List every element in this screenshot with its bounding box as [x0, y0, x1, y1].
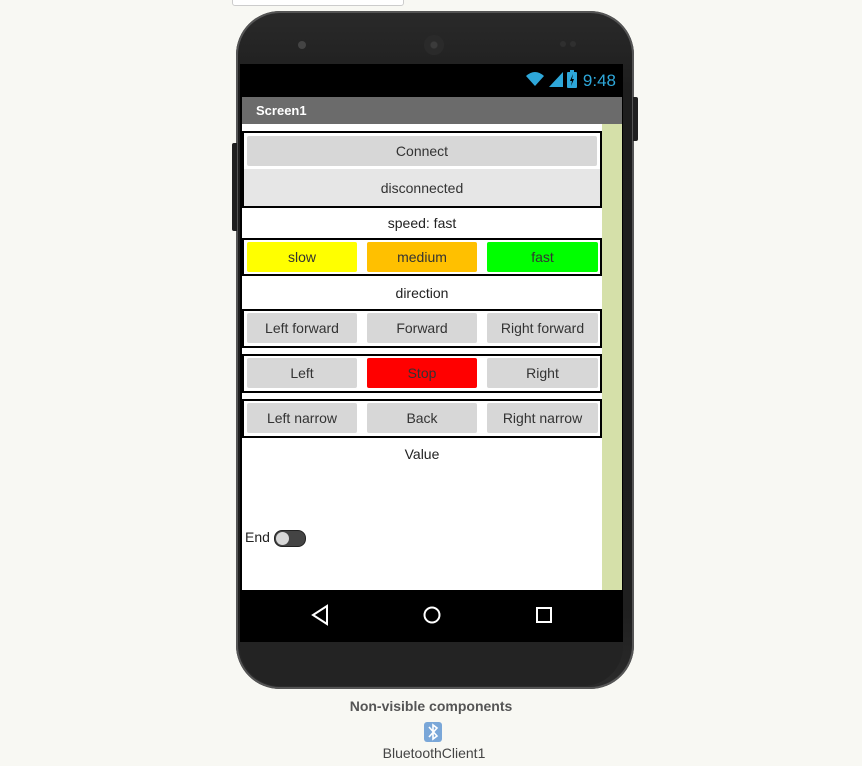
forward-button[interactable]: Forward: [367, 313, 477, 343]
phone-screen: 9:48 Screen1 Connect disconnected speed:…: [240, 64, 623, 642]
switch-knob: [276, 532, 289, 545]
sensor-icon: [560, 41, 566, 47]
wifi-icon: [526, 72, 544, 86]
battery-icon: [567, 70, 577, 88]
back-nav-icon[interactable]: [310, 604, 330, 626]
slow-button[interactable]: slow: [247, 242, 357, 272]
sensor-icon: [570, 41, 576, 47]
speed-arrangement: slow medium fast: [242, 238, 602, 276]
home-nav-icon[interactable]: [422, 604, 442, 626]
end-switch[interactable]: [274, 530, 306, 547]
back-button[interactable]: Back: [367, 403, 477, 433]
bluetooth-icon[interactable]: [424, 722, 442, 742]
top-panel-edge: [232, 0, 404, 6]
connection-status-label: disconnected: [244, 169, 600, 206]
app-content: Connect disconnected speed: fast slow me…: [242, 124, 602, 590]
status-bar: 9:48: [240, 64, 623, 97]
connect-arrangement: Connect disconnected: [242, 131, 602, 208]
direction-label: direction: [395, 285, 449, 301]
left-narrow-button[interactable]: Left narrow: [247, 403, 357, 433]
navigation-bar: [240, 590, 623, 642]
volume-button: [232, 143, 237, 231]
end-switch-label: End: [245, 529, 270, 545]
power-button: [633, 97, 638, 141]
fast-button[interactable]: fast: [487, 242, 598, 272]
screen-scroll-strip: [602, 124, 622, 590]
left-forward-button[interactable]: Left forward: [247, 313, 357, 343]
right-forward-button[interactable]: Right forward: [487, 313, 598, 343]
direction-row-3: Left narrow Back Right narrow: [242, 399, 602, 438]
right-narrow-button[interactable]: Right narrow: [487, 403, 598, 433]
stop-button[interactable]: Stop: [367, 358, 477, 388]
medium-button[interactable]: medium: [367, 242, 477, 272]
phone-chin: [240, 642, 623, 686]
title-bar: Screen1: [242, 97, 622, 124]
direction-row-1: Left forward Forward Right forward: [242, 309, 602, 348]
direction-row-2: Left Stop Right: [242, 354, 602, 393]
right-button[interactable]: Right: [487, 358, 598, 388]
bluetooth-client-label[interactable]: BluetoothClient1: [0, 745, 862, 761]
screen-title: Screen1: [256, 103, 307, 118]
left-button[interactable]: Left: [247, 358, 357, 388]
connect-button[interactable]: Connect: [247, 136, 597, 166]
clock: 9:48: [582, 71, 616, 90]
recents-nav-icon[interactable]: [534, 604, 554, 626]
signal-icon: [549, 72, 563, 87]
non-visible-components-title: Non-visible components: [349, 698, 513, 714]
speed-label: speed: fast: [387, 215, 457, 231]
front-camera-icon: [298, 41, 306, 49]
value-label: Value: [404, 446, 440, 462]
speaker-icon: [424, 35, 444, 55]
